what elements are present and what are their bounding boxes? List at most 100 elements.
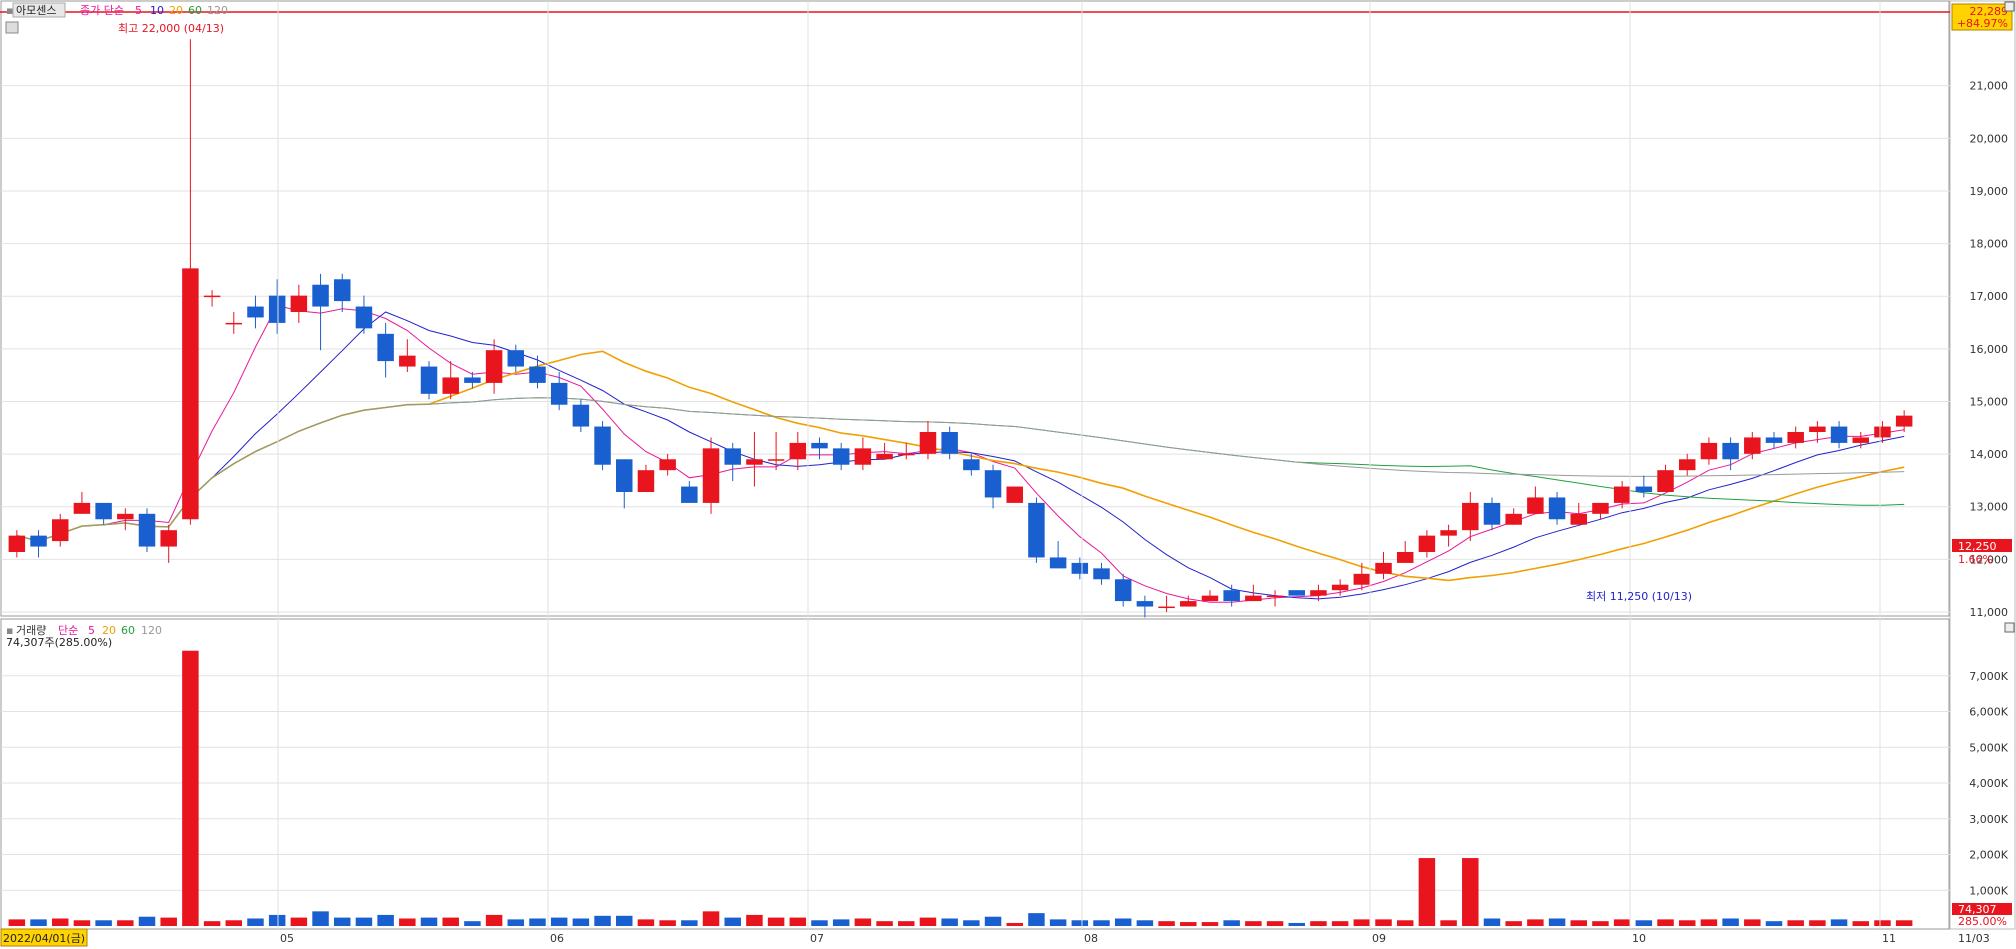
volume-bar (1592, 921, 1609, 926)
price-panel-collapse-icon[interactable] (2004, 1, 2015, 12)
volume-bar (1548, 918, 1566, 926)
volume-bar (1418, 858, 1436, 926)
candle-body (572, 404, 590, 427)
candle-body (1245, 595, 1262, 602)
volume-bar (1440, 920, 1457, 926)
volume-bar (876, 921, 893, 926)
candle-body (854, 448, 872, 465)
volume-bar (1353, 919, 1371, 926)
price-y-tick-label: 20,000 (1970, 132, 2009, 145)
month-tick-label: 10 (1632, 932, 1646, 945)
stock-name: 아모센스 (16, 4, 56, 17)
volume-bar (659, 920, 676, 926)
volume-bar (95, 920, 112, 926)
vol-ma-60-label: 60 (121, 624, 135, 637)
volume-bar (268, 914, 286, 926)
volume-bar (1158, 921, 1175, 926)
volume-bar (334, 917, 351, 926)
candle-body (1136, 601, 1154, 607)
volume-bar (420, 917, 438, 926)
candle-body (1093, 568, 1110, 580)
volume-bar (1049, 919, 1067, 926)
volume-bar (485, 914, 503, 926)
price-y-tick-label: 16,000 (1970, 343, 2009, 356)
candle-body (485, 350, 503, 383)
candle-body (616, 459, 633, 492)
volume-bar (51, 918, 69, 926)
volume-panel-collapse-icon[interactable] (2004, 622, 2015, 633)
volume-bar (1830, 919, 1848, 926)
grid-toggle-icon[interactable] (5, 21, 19, 34)
candle-body (594, 426, 611, 465)
volume-bar (1635, 920, 1653, 926)
volume-bar (290, 917, 308, 926)
volume-bar (1722, 918, 1739, 926)
candle-body (247, 306, 264, 318)
current-change-text: +84.97% (1957, 17, 2008, 30)
start-date-label: 2022/04/01(금) (3, 932, 85, 945)
candle-body (1874, 426, 1891, 438)
candle-body (746, 459, 763, 465)
candle-body (355, 306, 373, 329)
volume-bar (1180, 922, 1197, 926)
candle-body (1657, 470, 1674, 492)
price-y-tick-label: 18,000 (1970, 238, 2009, 251)
volume-y-tick-label: 6,000K (1969, 706, 2008, 719)
volume-bar (1527, 919, 1544, 926)
candle-body (73, 502, 91, 514)
candle-body (1809, 426, 1826, 432)
candle-body (767, 459, 785, 461)
last-change-text: 1.66% (1958, 553, 1993, 566)
volume-bar (1201, 922, 1219, 926)
candle-body (919, 432, 937, 454)
candle-body (51, 519, 69, 542)
volume-bar (1483, 918, 1501, 926)
volume-bar (746, 914, 763, 926)
volume-bar (1375, 919, 1392, 926)
candle-body (1483, 502, 1501, 525)
volume-bar (1809, 920, 1826, 926)
volume-bar (724, 917, 741, 926)
volume-bar (1223, 920, 1240, 926)
volume-bar (963, 920, 980, 926)
stock-chart: 11,00012,00013,00014,00015,00016,00017,0… (0, 0, 2016, 947)
volume-bar (1093, 920, 1110, 926)
month-tick-label: 07 (810, 932, 824, 945)
month-tick-label: 08 (1084, 932, 1098, 945)
candle-body (1678, 459, 1696, 471)
candle-body (984, 470, 1002, 498)
candle-body (160, 530, 177, 547)
volume-bar (1114, 918, 1132, 926)
candle-body (1114, 579, 1132, 602)
volume-y-tick-label: 5,000K (1969, 741, 2008, 754)
volume-bar (529, 918, 546, 926)
last-price-text: 12,250 (1958, 540, 1997, 553)
volume-bar (73, 920, 91, 926)
volume-bar (1028, 913, 1045, 926)
price-y-tick-label: 14,000 (1970, 448, 2009, 461)
low-note: 최저 11,250 (10/13) (1586, 590, 1692, 603)
volume-bar (1895, 920, 1913, 926)
volume-bar (1657, 919, 1674, 926)
volume-y-tick-label: 4,000K (1969, 777, 2008, 790)
candle-body (507, 350, 525, 367)
ma-10-label: 10 (150, 4, 164, 17)
volume-bar (854, 918, 872, 926)
candle-body (1592, 502, 1609, 514)
candle-body (1613, 486, 1631, 503)
candle-body (290, 295, 308, 312)
volume-bar (1613, 919, 1631, 926)
volume-bar (681, 920, 698, 926)
end-date-label: 11/03 (1958, 932, 1990, 945)
volume-bar (377, 914, 394, 926)
candle-body (702, 448, 720, 503)
volume-y-tick-label: 3,000K (1969, 813, 2008, 826)
volume-bar (1006, 922, 1023, 926)
volume-bar (898, 921, 915, 926)
candle-body (876, 453, 893, 460)
volume-bar (1505, 921, 1522, 926)
candle-body (1744, 437, 1761, 454)
candle-body (1071, 562, 1089, 574)
volume-bar (919, 917, 937, 926)
candle-body (1505, 513, 1522, 525)
